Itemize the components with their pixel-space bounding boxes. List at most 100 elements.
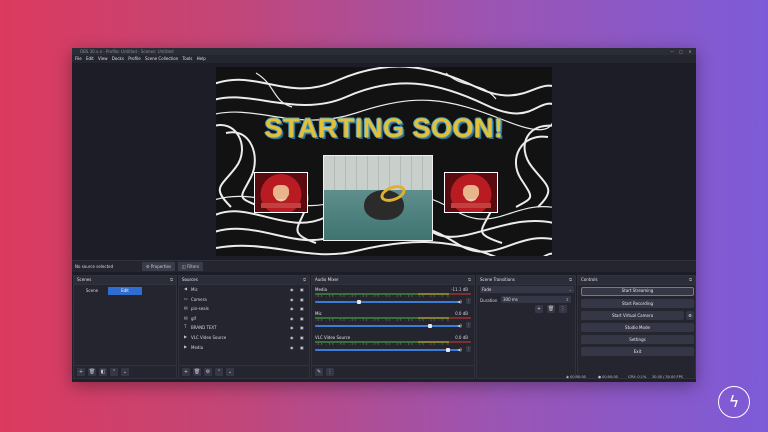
start-recording-button[interactable]: Start Recording bbox=[581, 299, 694, 308]
mixer-footer: ✎ ⋮ bbox=[312, 365, 474, 378]
source-row[interactable]: ▶ VLC Video Source ◉ ▣ bbox=[179, 333, 309, 343]
remove-transition-button[interactable]: 🗑 bbox=[547, 305, 555, 313]
preview-canvas[interactable]: STARTING SOON! bbox=[216, 67, 552, 256]
lock-icon[interactable]: ▣ bbox=[300, 335, 304, 340]
mixer-channel: VLC Video Source 0.0 dB -60 -55 -50 -45 … bbox=[312, 333, 474, 357]
transitions-title: Scene Transitions bbox=[480, 277, 515, 282]
source-label: VLC Video Source bbox=[191, 334, 227, 340]
menu-file[interactable]: File bbox=[75, 55, 82, 63]
obs-window: OBS 30.x.x - Profile: Untitled - Scenes:… bbox=[72, 48, 696, 382]
lock-icon[interactable]: ▣ bbox=[300, 345, 304, 350]
dock-menu-icon[interactable]: ⧉ bbox=[468, 276, 471, 284]
menu-tools[interactable]: Tools bbox=[182, 55, 192, 63]
move-down-button[interactable]: ⌄ bbox=[121, 368, 129, 376]
speaker-icon[interactable]: ◀) bbox=[457, 347, 462, 352]
visibility-eye-icon[interactable]: ◉ bbox=[290, 287, 294, 292]
scenes-dock: Scenes ⧉ Scene Edit + 🗑 ◧ ⌃ ⌄ bbox=[73, 275, 177, 379]
source-row[interactable]: ▭ Camera ◉ ▣ bbox=[179, 295, 309, 305]
move-down-button[interactable]: ⌄ bbox=[226, 368, 234, 376]
source-row[interactable]: ◀ Mic ◉ ▣ bbox=[179, 285, 309, 295]
source-row[interactable]: ▶ Media ◉ ▣ bbox=[179, 343, 309, 353]
visibility-eye-icon[interactable]: ◉ bbox=[290, 335, 294, 340]
mixer-menu-button[interactable]: ⋮ bbox=[326, 368, 334, 376]
add-transition-button[interactable]: + bbox=[535, 305, 543, 313]
spin-arrows-icon: ⇕ bbox=[565, 297, 569, 302]
start-virtual-camera-button[interactable]: Start Virtual Camera bbox=[581, 311, 684, 320]
virtual-camera-gear-icon[interactable]: ⚙ bbox=[686, 311, 694, 320]
menu-docks[interactable]: Docks bbox=[112, 55, 124, 63]
duration-spinbox[interactable]: 300 ms ⇕ bbox=[501, 296, 571, 303]
menu-view[interactable]: View bbox=[98, 55, 108, 63]
scene-filters-button[interactable]: ◧ bbox=[99, 368, 107, 376]
chevron-down-icon: ⌄ bbox=[568, 287, 572, 292]
add-source-button[interactable]: + bbox=[182, 368, 190, 376]
channel-menu-button[interactable]: ⋮ bbox=[466, 346, 471, 352]
volume-slider[interactable] bbox=[315, 325, 460, 327]
lock-icon[interactable]: ▣ bbox=[300, 306, 304, 311]
menu-edit[interactable]: Edit bbox=[86, 55, 94, 63]
rec-timer: ● 00:00:00 bbox=[598, 375, 618, 379]
menu-bar: File Edit View Docks Profile Scene Colle… bbox=[72, 55, 696, 63]
scene-item[interactable]: Scene bbox=[77, 287, 107, 295]
add-scene-button[interactable]: + bbox=[77, 368, 85, 376]
source-row[interactable]: T BRAND TEXT ◉ ▣ bbox=[179, 323, 309, 333]
channel-menu-button[interactable]: ⋮ bbox=[466, 298, 471, 304]
dock-menu-icon[interactable]: ⧉ bbox=[303, 276, 306, 284]
meter-ticks: -60 -55 -50 -45 -40 -35 -30 -25 -20 -15 … bbox=[315, 343, 451, 346]
visibility-eye-icon[interactable]: ◉ bbox=[290, 316, 294, 321]
gif-left bbox=[254, 172, 308, 213]
wrench-icon[interactable]: ✎ bbox=[315, 368, 323, 376]
settings-button[interactable]: Settings bbox=[581, 335, 694, 344]
filters-button[interactable]: ◫ Filters bbox=[178, 262, 204, 271]
speaker-icon[interactable]: ◀) bbox=[457, 323, 462, 328]
menu-scene-collection[interactable]: Scene Collection bbox=[145, 55, 178, 63]
controls-header: Controls ⧉ bbox=[578, 276, 695, 285]
volume-slider[interactable] bbox=[315, 301, 460, 303]
gif-face bbox=[273, 185, 289, 199]
remove-scene-button[interactable]: 🗑 bbox=[88, 368, 96, 376]
transition-type-select[interactable]: Fade ⌄ bbox=[480, 286, 574, 293]
maximize-button[interactable]: □ bbox=[677, 48, 685, 55]
transition-menu-button[interactable]: ⋮ bbox=[559, 305, 567, 313]
visibility-eye-icon[interactable]: ◉ bbox=[290, 297, 294, 302]
monitor-icon: ▭ bbox=[184, 295, 188, 301]
scene-item-active[interactable]: Edit bbox=[108, 287, 142, 295]
context-bar: No source selected ⚙ Properties ◫ Filter… bbox=[72, 260, 696, 272]
move-up-button[interactable]: ⌃ bbox=[215, 368, 223, 376]
bottom-status-strip bbox=[72, 379, 696, 382]
source-properties-button[interactable]: ⚙ bbox=[204, 368, 212, 376]
volume-slider-handle[interactable] bbox=[357, 300, 362, 304]
volume-slider[interactable] bbox=[315, 349, 460, 351]
lock-icon[interactable]: ▣ bbox=[300, 287, 304, 292]
channel-menu-button[interactable]: ⋮ bbox=[466, 322, 471, 328]
minimize-button[interactable]: — bbox=[668, 48, 676, 55]
studio-mode-button[interactable]: Studio Mode bbox=[581, 323, 694, 332]
volume-slider-handle[interactable] bbox=[427, 324, 432, 328]
source-row[interactable]: ▤ gif ◉ ▣ bbox=[179, 314, 309, 324]
live-timer: ◉ 00:00:00 bbox=[566, 375, 586, 379]
properties-button[interactable]: ⚙ Properties bbox=[142, 262, 176, 271]
menu-help[interactable]: Help bbox=[197, 55, 206, 63]
close-button[interactable]: ✕ bbox=[686, 48, 694, 55]
lock-icon[interactable]: ▣ bbox=[300, 297, 304, 302]
lock-icon[interactable]: ▣ bbox=[300, 316, 304, 321]
volume-slider-handle[interactable] bbox=[446, 348, 451, 352]
play-icon: ▶ bbox=[184, 343, 188, 349]
speaker-icon[interactable]: ◀) bbox=[457, 299, 462, 304]
lock-icon[interactable]: ▣ bbox=[300, 325, 304, 330]
visibility-eye-icon[interactable]: ◉ bbox=[290, 345, 294, 350]
dock-menu-icon[interactable]: ⧉ bbox=[170, 276, 173, 284]
visibility-eye-icon[interactable]: ◉ bbox=[290, 306, 294, 311]
source-row[interactable]: ▤ pin-seals ◉ ▣ bbox=[179, 304, 309, 314]
menu-profile[interactable]: Profile bbox=[128, 55, 140, 63]
remove-source-button[interactable]: 🗑 bbox=[193, 368, 201, 376]
start-streaming-button[interactable]: Start Streaming bbox=[581, 287, 694, 296]
sources-footer: + 🗑 ⚙ ⌃ ⌄ bbox=[179, 365, 309, 378]
exit-button[interactable]: Exit bbox=[581, 347, 694, 356]
title-bar: OBS 30.x.x - Profile: Untitled - Scenes:… bbox=[72, 48, 696, 55]
dock-menu-icon[interactable]: ⧉ bbox=[689, 276, 692, 284]
dock-menu-icon[interactable]: ⧉ bbox=[569, 276, 572, 284]
visibility-eye-icon[interactable]: ◉ bbox=[290, 325, 294, 330]
audio-mixer-header: Audio Mixer ⧉ bbox=[312, 276, 474, 285]
move-up-button[interactable]: ⌃ bbox=[110, 368, 118, 376]
